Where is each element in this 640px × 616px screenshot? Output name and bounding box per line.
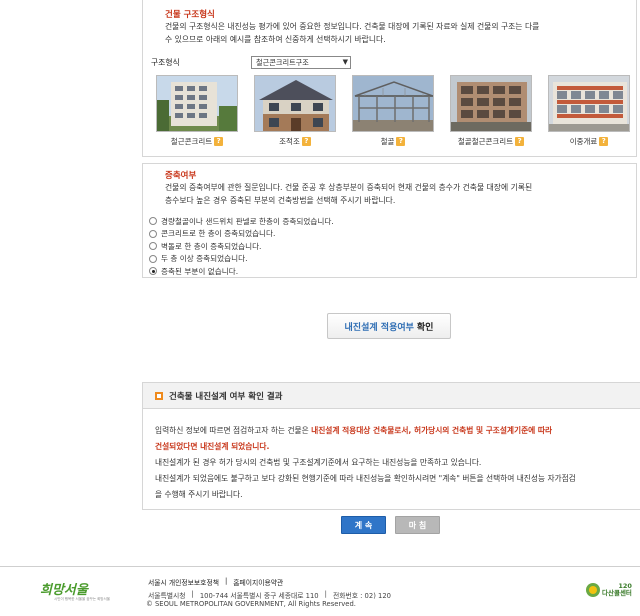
structure-title: 건물 구조형식: [165, 10, 215, 20]
structure-desc-line1: 건물의 구조형식은 내진성능 평가에 있어 중요한 정보입니다. 건축물 대장에…: [165, 22, 540, 31]
seoul-logo[interactable]: 희망서울 시민이 행복한 서울을 꿈꾸는 희망서울: [40, 579, 120, 601]
rc-building-photo[interactable]: [156, 75, 238, 132]
steel-building-photo[interactable]: [352, 75, 434, 132]
result-panel: 건축물 내진설계 여부 확인 결과 입력하신 정보에 따르면 점검하고자 하는 …: [142, 382, 640, 510]
result-highlight: 내진설계 적용대상 건축물로서, 허가당시의 건축법 및 구조설계기준에 따라: [311, 426, 553, 435]
structure-example-caption: 조적조 ?: [254, 136, 336, 147]
structure-example-label: 조적조: [279, 137, 300, 146]
footer-org: 서울특별시청: [148, 592, 186, 600]
extension-option-label: 경량철골이나 샌드위치 판넬로 한층이 증축되었습니다.: [161, 216, 334, 226]
confirm-button-label-confirm: 확인: [416, 322, 434, 333]
src-building-photo[interactable]: [450, 75, 532, 132]
structure-example-caption: 철골 ?: [352, 136, 434, 147]
help-icon[interactable]: ?: [396, 137, 406, 146]
copyright: © SEOUL METROPOLITAN GOVERNMENT, All Rig…: [146, 600, 356, 608]
separator: |: [224, 577, 228, 585]
radio-button-selected[interactable]: [149, 267, 157, 276]
continue-button[interactable]: 계 속: [341, 516, 386, 534]
result-header: 건축물 내진설계 여부 확인 결과: [143, 383, 640, 409]
dasan-icon: [586, 583, 600, 597]
separator: |: [324, 590, 327, 598]
result-paragraph-1: 입력하신 정보에 따르면 점검하고자 하는 건물은 내진설계 적용대상 건축물로…: [155, 423, 633, 439]
structure-select-row: 구조형식 철근콘크리트구조 ▼: [151, 56, 351, 69]
structure-examples: 철근콘크리트 ? 조적조 ? 철골 ? 철골철근콘크리트 ? 이중개료 ?: [156, 75, 630, 147]
extension-option-label: 벽돌로 한 층이 증축되었습니다.: [161, 241, 262, 251]
extension-desc-line2: 층수보다 높은 경우 증축된 부분의 건축방법을 선택해 주시기 바랍니다.: [165, 196, 396, 205]
dasan-label: 120 다산콜센터: [602, 583, 632, 597]
structure-example-rc[interactable]: 철근콘크리트 ?: [156, 75, 238, 147]
bullet-icon: [155, 391, 163, 400]
radio-button[interactable]: [149, 217, 157, 226]
extension-option-label: 두 층 이상 증축되었습니다.: [161, 254, 248, 264]
structure-example-src[interactable]: 철골철근콘크리트 ?: [450, 75, 532, 147]
result-paragraph-3-cont: 을 수행해 주시기 바랍니다.: [155, 490, 243, 499]
structure-type-select[interactable]: 철근콘크리트구조 ▼: [251, 56, 351, 69]
footer-links: 서울시 개인정보보호정책 | 홈페이지이용약관: [148, 577, 283, 587]
structure-example-label: 이중개료: [569, 137, 598, 146]
result-body: 입력하신 정보에 따르면 점검하고자 하는 건물은 내진설계 적용대상 건축물로…: [155, 423, 633, 503]
finish-button[interactable]: 마 침: [395, 516, 440, 534]
structure-example-other[interactable]: 이중개료 ?: [548, 75, 630, 147]
help-icon[interactable]: ?: [599, 137, 609, 146]
privacy-policy-link[interactable]: 서울시 개인정보보호정책: [148, 577, 219, 587]
confirm-button-label-main: 내진설계 적용여부: [344, 322, 414, 333]
radio-button[interactable]: [149, 254, 157, 263]
dasan-call-center-logo[interactable]: 120 다산콜센터: [586, 583, 632, 597]
structure-example-label: 철골: [380, 137, 395, 146]
check-seismic-design-button[interactable]: 내진설계 적용여부 확인: [327, 313, 451, 339]
structure-panel: 건물 구조형식 건물의 구조형식은 내진성능 평가에 있어 중요한 정보입니다.…: [142, 0, 637, 157]
footer-street: 100-744 서울특별시 중구 세종대로 110: [199, 592, 319, 600]
result-text: 입력하신 정보에 따르면 점검하고자 하는 건물은: [155, 426, 312, 435]
masonry-building-photo[interactable]: [254, 75, 336, 132]
chevron-down-icon: ▼: [342, 58, 348, 66]
footer: 희망서울 시민이 행복한 서울을 꿈꾸는 희망서울 서울시 개인정보보호정책 |…: [0, 566, 640, 616]
structure-example-label: 철근콘크리트: [170, 137, 213, 146]
structure-desc-line2: 수 있으므로 아래의 예시를 참조하여 신중하게 선택하시기 바랍니다.: [165, 35, 386, 44]
extension-option[interactable]: 벽돌로 한 층이 증축되었습니다.: [149, 240, 334, 253]
structure-example-caption: 철골철근콘크리트 ?: [450, 136, 532, 147]
result-paragraph-3: 내진설계가 되었음에도 불구하고 보다 강화된 현행기준에 따라 내진성능을 확…: [155, 474, 576, 483]
logo-subtext: 시민이 행복한 서울을 꿈꾸는 희망서울: [54, 597, 110, 601]
dasan-name: 다산콜센터: [602, 589, 632, 597]
result-highlight-2: 건설되었다면 내진설계 되었습니다.: [155, 442, 270, 451]
extension-options: 경량철골이나 샌드위치 판넬로 한층이 증축되었습니다. 콘크리트로 한 층이 …: [149, 215, 334, 278]
extension-option[interactable]: 두 층 이상 증축되었습니다.: [149, 253, 334, 266]
help-icon[interactable]: ?: [515, 137, 525, 146]
help-icon[interactable]: ?: [214, 137, 224, 146]
extension-option[interactable]: 콘크리트로 한 층이 증축되었습니다.: [149, 228, 334, 241]
result-title: 건축물 내진설계 여부 확인 결과: [169, 391, 283, 402]
extension-option[interactable]: 경량철골이나 샌드위치 판넬로 한층이 증축되었습니다.: [149, 215, 334, 228]
extension-panel: 증축여부 건물의 증축여부에 관한 질문입니다. 건물 준공 후 상층부분이 증…: [142, 163, 637, 278]
radio-button[interactable]: [149, 229, 157, 238]
structure-example-caption: 철근콘크리트 ?: [156, 136, 238, 147]
structure-select-label: 구조형식: [151, 58, 180, 67]
extension-desc-line1: 건물의 증축여부에 관한 질문입니다. 건물 준공 후 상층부분이 증축되어 현…: [165, 183, 533, 192]
structure-select-value: 철근콘크리트구조: [256, 57, 309, 67]
structure-description: 건물의 구조형식은 내진성능 평가에 있어 중요한 정보입니다. 건축물 대장에…: [165, 20, 620, 46]
radio-button[interactable]: [149, 242, 157, 251]
structure-example-masonry[interactable]: 조적조 ?: [254, 75, 336, 147]
footer-phone: 전화번호 : 02) 120: [332, 592, 391, 600]
extension-option-label: 콘크리트로 한 층이 증축되었습니다.: [161, 229, 276, 239]
help-icon[interactable]: ?: [301, 137, 311, 146]
other-building-photo[interactable]: [548, 75, 630, 132]
structure-example-caption: 이중개료 ?: [548, 136, 630, 147]
structure-example-steel[interactable]: 철골 ?: [352, 75, 434, 147]
separator: |: [191, 590, 194, 598]
structure-example-label: 철골철근콘크리트: [457, 137, 514, 146]
logo-text: 희망서울: [40, 583, 88, 598]
extension-description: 건물의 증축여부에 관한 질문입니다. 건물 준공 후 상층부분이 증축되어 현…: [165, 181, 620, 207]
terms-link[interactable]: 홈페이지이용약관: [233, 577, 283, 587]
result-paragraph-2: 내진설계가 된 경우 허가 당시의 건축법 및 구조설계기준에서 요구하는 내진…: [155, 458, 482, 467]
extension-title: 증축여부: [165, 171, 197, 181]
extension-option-label: 증축된 부분이 없습니다.: [161, 266, 239, 276]
extension-option[interactable]: 증축된 부분이 없습니다.: [149, 265, 334, 278]
footer-address: 서울특별시청 | 100-744 서울특별시 중구 세종대로 110 | 전화번…: [148, 590, 391, 600]
